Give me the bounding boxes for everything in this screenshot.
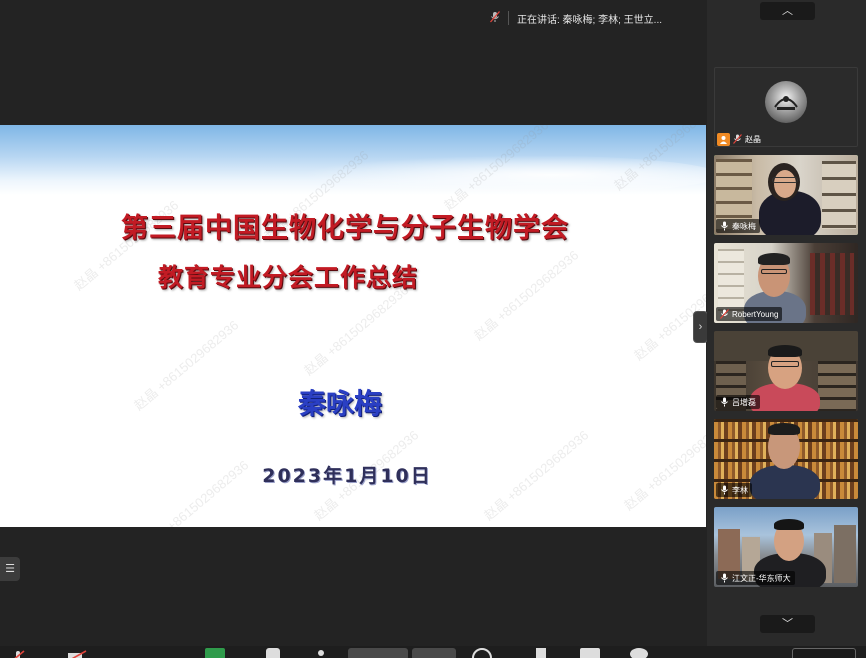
chevron-down-icon: ﹀ [782,618,793,630]
list-toggle-button[interactable]: ☰ [0,557,20,581]
gallery-scroll-up-button[interactable]: ︿ [760,2,815,20]
apps-toolbar-icon[interactable] [536,648,546,658]
slide-date: 2023年1月10日 [262,465,432,487]
watermark: 赵晶 +8615029682936 [301,282,412,379]
mic-toolbar-icon[interactable] [10,648,26,658]
chevron-right-icon: › [698,321,703,333]
security-toolbar-icon[interactable] [205,648,225,658]
share-screen-toolbar-button[interactable] [348,648,408,658]
muted-mic-icon [490,10,500,26]
muted-mic-icon [720,309,729,319]
collapse-panel-button[interactable]: › [693,311,708,343]
participant-tile[interactable]: 江文正-华东师大 [714,507,858,587]
speaking-text: 正在讲话: 秦咏梅; 李林; 王世立... [517,14,663,26]
participant-name-tag: 李林 [716,483,752,497]
participant-name: 江文正-华东师大 [732,573,791,583]
chat-toolbar-icon[interactable] [318,650,324,656]
participant-tile[interactable]: 赵晶 [714,67,858,147]
participant-name-tag: 吕增磊 [716,395,760,409]
mic-icon [720,573,729,583]
shared-screen: 赵晶 +8615029682936 赵晶 +8615029682936 赵晶 +… [0,125,706,527]
speaking-indicator: 正在讲话: 秦咏梅; 李林; 王世立... [490,8,662,28]
reactions-toolbar-icon[interactable] [472,648,492,658]
participant-name-tag: RobertYoung [716,307,783,321]
participant-name: 吕增磊 [732,397,756,407]
participant-tile[interactable]: RobertYoung [714,243,858,323]
mic-icon [720,397,729,407]
meeting-window: 正在讲话: 秦咏梅; 李林; 王世立... 赵晶 +8615029682936 … [0,0,866,658]
slide-swoosh [300,155,706,195]
participant-name-tag: 江文正-华东师大 [716,571,795,585]
list-icon: ☰ [5,563,15,575]
chevron-up-icon: ︿ [782,5,793,17]
participant-tile[interactable]: 李林 [714,419,858,499]
video-toolbar-icon[interactable] [66,648,88,658]
mic-icon [720,485,729,495]
participant-name: 赵晶 [745,134,761,144]
whiteboard-toolbar-icon[interactable] [580,648,600,658]
gear-icon[interactable] [630,648,648,658]
leave-button[interactable] [792,648,856,658]
mic-icon [720,221,729,231]
gallery-scroll-down-button[interactable]: ﹀ [760,615,815,633]
participants-toolbar-icon[interactable] [266,648,280,658]
divider [508,11,509,25]
participant-tile[interactable]: 秦咏梅 [714,155,858,235]
muted-mic-icon [733,134,742,144]
participant-name: 秦咏梅 [732,221,756,231]
participant-name: RobertYoung [732,309,779,319]
participant-name: 李林 [732,485,748,495]
slide-title-line-1: 第三届中国生物化学与分子生物学会 [121,213,569,244]
person-icon [717,132,730,146]
slide-title-line-2: 教育专业分会工作总结 [157,263,418,292]
meeting-toolbar [0,646,866,658]
participant-name-tag: 赵晶 [715,132,763,146]
participant-tile[interactable]: 吕增磊 [714,331,858,411]
participant-name-tag: 秦咏梅 [716,219,760,233]
slide-presenter-name: 秦咏梅 [297,387,382,420]
avatar [765,81,807,123]
record-toolbar-button[interactable] [412,648,456,658]
